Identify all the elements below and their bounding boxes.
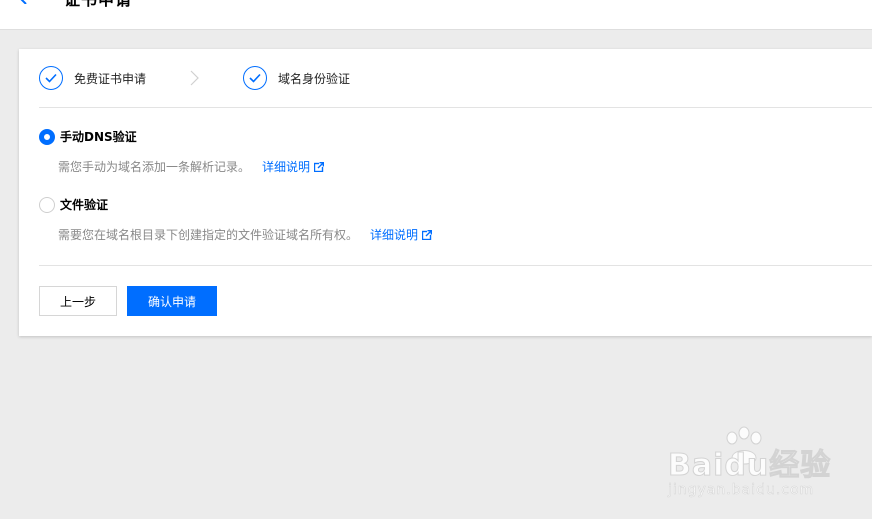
check-icon bbox=[45, 73, 57, 83]
page-title: 证书申请 bbox=[64, 0, 132, 9]
step-domain-verify: 域名身份验证 bbox=[243, 65, 350, 91]
link-label[interactable]: 详细说明 bbox=[262, 159, 310, 175]
baidu-jingyan-watermark: Baidu经验 jingyan.baidu.com bbox=[667, 426, 838, 502]
chevron-right-icon bbox=[190, 70, 199, 86]
detail-link[interactable]: 详细说明 bbox=[370, 227, 433, 243]
top-bar: 证书申请 bbox=[0, 0, 872, 30]
step-free-cert-apply: 免费证书申请 bbox=[39, 65, 146, 91]
option-description: 需要您在域名根目录下创建指定的文件验证域名所有权。 详细说明 bbox=[58, 227, 433, 243]
description-text: 需您手动为域名添加一条解析记录。 bbox=[58, 160, 251, 174]
step-indicator: 免费证书申请 域名身份验证 bbox=[19, 49, 872, 107]
option-title: 手动DNS验证 bbox=[60, 130, 137, 144]
step-label: 域名身份验证 bbox=[278, 71, 351, 86]
description-text: 需要您在域名根目录下创建指定的文件验证域名所有权。 bbox=[58, 228, 359, 242]
prev-step-button[interactable]: 上一步 bbox=[39, 286, 117, 316]
option-title: 文件验证 bbox=[60, 198, 109, 212]
watermark-brand: Baidu经验 bbox=[667, 448, 832, 484]
external-link-icon[interactable] bbox=[422, 230, 433, 240]
option-description: 需您手动为域名添加一条解析记录。 详细说明 bbox=[58, 159, 325, 175]
step-done-circle bbox=[243, 66, 267, 90]
verification-card: 免费证书申请 域名身份验证 手动DNS验证 需您手动为域名添加一条解析记录。 详… bbox=[19, 49, 872, 336]
step-done-circle bbox=[39, 66, 63, 90]
external-link-icon[interactable] bbox=[314, 162, 325, 172]
check-icon bbox=[249, 73, 261, 83]
divider bbox=[39, 107, 872, 108]
confirm-apply-button[interactable]: 确认申请 bbox=[127, 286, 217, 316]
watermark-url: jingyan.baidu.com bbox=[668, 482, 815, 499]
radio-manual-dns[interactable] bbox=[39, 129, 55, 145]
detail-link[interactable]: 详细说明 bbox=[262, 159, 325, 175]
chevron-left-icon[interactable] bbox=[17, 0, 29, 4]
radio-file-verify[interactable] bbox=[39, 197, 55, 213]
step-label: 免费证书申请 bbox=[74, 71, 147, 86]
divider bbox=[39, 265, 872, 266]
link-label[interactable]: 详细说明 bbox=[370, 227, 418, 243]
